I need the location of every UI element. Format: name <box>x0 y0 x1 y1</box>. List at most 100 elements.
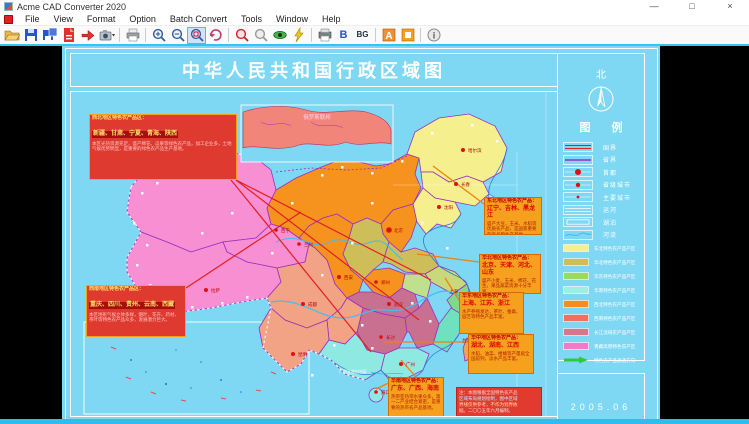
zoom-previous-button[interactable] <box>206 27 225 44</box>
menu-view[interactable]: View <box>47 14 80 24</box>
zoom-window-button[interactable] <box>187 26 206 44</box>
menu-file[interactable]: File <box>18 14 47 24</box>
svg-text:i: i <box>432 31 435 41</box>
bg-text-icon: BG <box>356 30 369 39</box>
legend-region-row: 西北特色农产品产区 <box>558 297 644 311</box>
about-button[interactable]: i <box>424 27 443 44</box>
save-as-button[interactable] <box>40 27 59 44</box>
callout-southwest: 西南地区特色农产品区： 重庆、四川、贵州、云南、西藏 本区地形气候立体多样，烟叶… <box>86 285 186 337</box>
close-button[interactable]: × <box>711 0 749 13</box>
bold-button[interactable]: B <box>334 27 353 44</box>
region-swatch <box>563 314 589 322</box>
menu-format[interactable]: Format <box>80 14 123 24</box>
inset-label: 俄罗斯联邦 <box>303 113 331 121</box>
region-swatch <box>563 300 589 308</box>
red-magnifier-icon <box>235 28 249 42</box>
svg-text:沈阳: 沈阳 <box>444 204 453 211</box>
legend-symbol-row: 运河 <box>558 204 644 217</box>
title-bar: Acme CAD Converter 2020 — □ × <box>0 0 749 13</box>
legend-region-row: 东北特色农产品产区 <box>558 241 644 255</box>
menu-option[interactable]: Option <box>122 14 163 24</box>
region-swatch <box>563 328 589 336</box>
svg-text:西宁: 西宁 <box>281 227 290 234</box>
background-color-button[interactable]: BG <box>353 27 372 44</box>
major-city-symbol <box>563 192 593 203</box>
svg-text:长沙: 长沙 <box>386 334 395 341</box>
printer-icon <box>126 28 139 42</box>
bottom-accent-strip <box>0 419 749 424</box>
menu-tools[interactable]: Tools <box>234 14 269 24</box>
toolbar-separator <box>119 28 120 42</box>
svg-text:广州: 广州 <box>406 361 415 368</box>
svg-text:武汉: 武汉 <box>394 301 403 308</box>
zoom-out-button[interactable] <box>168 27 187 44</box>
menu-window[interactable]: Window <box>269 14 315 24</box>
find-button[interactable] <box>232 27 251 44</box>
svg-text:A: A <box>385 31 392 42</box>
red-arrow-icon <box>81 29 94 42</box>
drawing-canvas[interactable]: 中华人民共和国行政区域图 俄罗斯联邦 拉萨 西宁 兰州 北京 哈尔滨 长春 沈阳… <box>0 44 749 424</box>
region-label: 广西壮族自治区 <box>339 368 367 374</box>
map-frame: 俄罗斯联邦 南海诸岛 <box>70 91 558 417</box>
svg-text:兰州: 兰州 <box>304 241 313 247</box>
orange-square-icon <box>401 28 414 42</box>
map-date: 2005.06 <box>570 402 632 412</box>
convert-button[interactable] <box>78 27 97 44</box>
maximize-button[interactable]: □ <box>673 0 711 13</box>
batch-print-button[interactable] <box>315 27 334 44</box>
zoom-in-button[interactable] <box>149 27 168 44</box>
region-swatch <box>563 342 589 350</box>
river-symbol <box>563 229 593 240</box>
toolbar: B BG A i <box>0 26 749 44</box>
pdf-document-icon <box>63 28 74 42</box>
svg-text:哈尔滨: 哈尔滨 <box>468 147 482 154</box>
canal-symbol <box>563 204 593 215</box>
region-swatch <box>563 244 589 252</box>
legend-symbol-row: 国界 <box>558 141 644 154</box>
map-date-box: 2005.06 <box>557 373 645 419</box>
legend-region-row: 华南特色农产品产区 <box>558 283 644 297</box>
printer2-icon <box>318 28 331 42</box>
capture-image-button[interactable] <box>97 27 116 44</box>
view-button[interactable] <box>270 27 289 44</box>
font-style-button[interactable]: A <box>379 27 398 44</box>
callout-east: 华东地区特色农产品： 上海、江苏、浙江 水产养殖发达，茶叶、蚕桑、园艺等特色产品… <box>459 292 524 334</box>
legend-title: 图 例 <box>579 122 632 134</box>
russia-inset: 俄罗斯联邦 <box>240 104 394 163</box>
open-file-button[interactable] <box>2 27 21 44</box>
app-window: Acme CAD Converter 2020 — □ × File View … <box>0 0 749 424</box>
export-pdf-button[interactable] <box>59 27 78 44</box>
legend-region-row: 长江流域农产品产区 <box>558 325 644 339</box>
legend-region-row: 西南特色农产品产区 <box>558 311 644 325</box>
menu-help[interactable]: Help <box>315 14 348 24</box>
map-notes-block: 注：本图根据全国特色农产品 区域布局规划绘制，图中区域 界线仅供参考，不作为划界… <box>456 387 542 416</box>
menu-bar: File View Format Option Batch Convert To… <box>0 13 749 26</box>
fill-color-button[interactable] <box>398 27 417 44</box>
svg-text:拉萨: 拉萨 <box>211 287 220 294</box>
callout-northwest: 西北地区特色农产品区： 新疆、甘肃、宁夏、青海、陕西 本区光热资源充足，盛产棉花… <box>89 114 237 180</box>
region-swatch <box>563 286 589 294</box>
floppy-icon <box>24 29 37 41</box>
print-button[interactable] <box>123 27 142 44</box>
legend-symbol-row: 省级城市 <box>558 179 644 192</box>
province-boundary-symbol <box>563 154 593 165</box>
zoom-out-icon <box>171 28 185 42</box>
legend-panel: 北 图 例 国界 省界 首都 省级城市 主要城市 运河 湖泊 河流 东北特色农产… <box>557 53 645 364</box>
north-label: 北 <box>596 70 606 81</box>
eye-icon <box>272 31 287 39</box>
save-button[interactable] <box>21 27 40 44</box>
province-city-symbol <box>563 179 593 190</box>
letter-b-icon: B <box>339 28 348 41</box>
legend-region-row: 青藏高原特色农产区 <box>558 339 644 353</box>
legend-region-row: 特色农产品流通方向 <box>558 353 644 367</box>
callout-northeast: 东北地区特色农产品： 辽宁、吉林、黑龙江 盛产大豆、玉米、水稻等优质农产品，是国… <box>484 197 542 235</box>
map-title: 中华人民共和国行政区域图 <box>182 61 446 81</box>
menu-batch-convert[interactable]: Batch Convert <box>163 14 234 24</box>
markup-button[interactable] <box>289 27 308 44</box>
map-title-box: 中华人民共和国行政区域图 <box>70 53 558 87</box>
legend-symbol-row: 主要城市 <box>558 191 644 204</box>
floppy-stack-icon <box>42 27 57 40</box>
south-sea-islands: 南海诸岛 <box>93 330 277 402</box>
minimize-button[interactable]: — <box>635 0 673 13</box>
pan-button[interactable] <box>251 27 270 44</box>
